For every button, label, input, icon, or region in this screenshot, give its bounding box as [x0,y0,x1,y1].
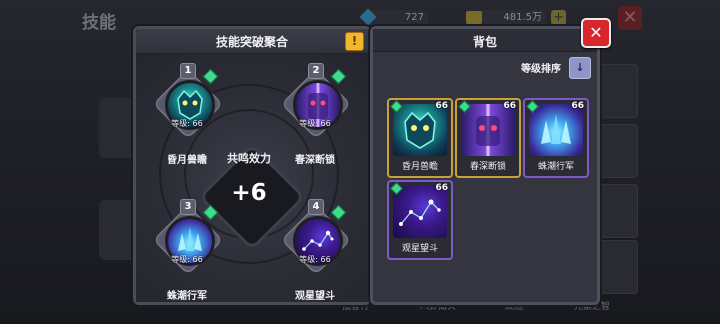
item-name: 春深断锁 [469,162,506,172]
fusion-slot-1[interactable]: 1 等级: 66 [152,63,224,140]
background-grid-cell[interactable] [598,124,638,178]
gem-badge-icon [202,204,219,221]
fusion-panel: 技能突破聚合 ! 共鸣效力 +6 1 等级: 66 昏月兽瞻 2 等级: 66 … [133,26,371,305]
beast-mask-icon [404,111,436,149]
gold-count: 481.5万 [503,12,542,23]
skill-icon-star-gazing [393,186,447,238]
fusion-panel-title: 技能突破聚合 [215,35,288,49]
skill-icon-purple-chain [461,104,515,156]
slot-name-1: 昏月兽瞻 [167,155,207,166]
crystal-icon [541,114,571,144]
item-name: 蛛潮行军 [537,162,574,172]
bag-panel: 背包 等级排序 ↓ 66 昏月兽瞻 66 春深断锁 66 蛛潮行军 66 观星望… [370,26,600,305]
gem-icon [359,8,377,26]
gold-counter: 481.5万 + [466,10,566,26]
bag-item-4[interactable]: 66 观星望斗 [387,180,453,260]
bag-panel-header: 背包 [373,29,597,52]
gem-badge-icon [330,68,347,85]
page-title: 技能 [82,13,116,33]
skill-icon-crystal-march [529,104,583,156]
slot-name-2: 春深断锁 [295,155,335,166]
fusion-slot-3[interactable]: 3 等级: 66 [152,199,224,276]
item-level: 66 [435,183,448,193]
item-level: 66 [571,101,584,111]
fusion-slot-2[interactable]: 2 等级: 66 [280,63,352,140]
constellation-icon [399,199,441,226]
fusion-panel-body: 共鸣效力 +6 1 等级: 66 昏月兽瞻 2 等级: 66 春深断锁 3 等级… [136,54,368,302]
background-grid-cell[interactable] [598,64,638,118]
item-level: 66 [435,101,448,111]
gem-counter: 727 [359,8,428,26]
sort-label: 等级排序 [521,64,561,75]
bag-item-3[interactable]: 66 蛛潮行军 [523,98,589,178]
bag-item-2[interactable]: 66 春深断锁 [455,98,521,178]
background-close-button[interactable]: ✕ [618,6,642,30]
info-button[interactable]: ! [345,32,364,51]
item-name: 观星望斗 [401,244,438,254]
chain-figure-icon [476,116,500,146]
slot-level: 等级: 66 [171,255,203,264]
slot-level: 等级: 66 [171,119,203,128]
slot-number-badge: 1 [180,63,196,79]
add-gold-button[interactable]: + [551,10,566,25]
slot-name-4: 观星望斗 [295,291,335,302]
slot-level: 等级: 66 [299,119,331,128]
fusion-panel-header: 技能突破聚合 ! [136,29,368,54]
skill-icon-teal-beast [393,104,447,156]
slot-name-3: 蛛潮行军 [167,291,207,302]
bag-panel-title: 背包 [472,35,497,49]
background-grid-cell[interactable] [598,184,638,238]
item-level: 66 [503,101,516,111]
background-grid-cell[interactable] [598,240,638,294]
gem-count: 727 [404,12,424,23]
slot-number-badge: 2 [308,63,324,79]
close-button[interactable]: ✕ [581,18,611,48]
gem-badge-icon [202,68,219,85]
slot-number-badge: 3 [180,199,196,215]
fusion-slot-4[interactable]: 4 等级: 66 [280,199,352,276]
gem-badge-icon [330,204,347,221]
bag-item-1[interactable]: 66 昏月兽瞻 [387,98,453,178]
sort-order-button[interactable]: ↓ [569,57,591,79]
item-name: 昏月兽瞻 [401,162,438,172]
gold-icon [466,11,482,24]
slot-level: 等级: 66 [299,255,331,264]
slot-number-badge: 4 [308,199,324,215]
